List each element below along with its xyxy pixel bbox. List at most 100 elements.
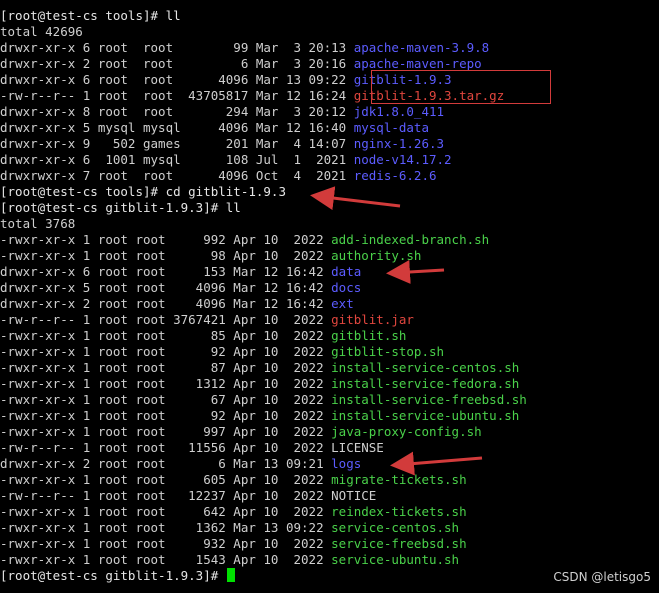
line-text: drwxr-xr-x 2 root root 6 Mar 13 09:21 <box>0 456 332 471</box>
line-text: -rwxr-xr-x 1 root root 67 Apr 10 2022 <box>0 392 332 407</box>
terminal-line: drwxr-xr-x 2 root root 6 Mar 3 20:16 apa… <box>0 56 659 72</box>
terminal-line: drwxr-xr-x 6 root root 99 Mar 3 20:13 ap… <box>0 40 659 56</box>
line-text: drwxr-xr-x 8 root root 294 Mar 3 20:12 <box>0 104 354 119</box>
file-name: NOTICE <box>331 488 377 503</box>
terminal-line: drwxr-xr-x 6 root root 153 Mar 12 16:42 … <box>0 264 659 280</box>
terminal-output[interactable]: [root@test-cs tools]# ll total 42696 drwxr… <box>0 8 659 584</box>
file-name: logs <box>331 456 362 471</box>
line-text: drwxr-xr-x 2 root root 6 Mar 3 20:16 <box>0 56 354 71</box>
terminal-line: drwxr-xr-x 5 mysql mysql 4096 Mar 12 16:… <box>0 120 659 136</box>
terminal-line: drwxr-xr-x 5 root root 4096 Mar 12 16:42… <box>0 280 659 296</box>
line-text: -rwxr-xr-x 1 root root 1543 Apr 10 2022 <box>0 552 332 567</box>
file-name: add-indexed-branch.sh <box>331 232 490 247</box>
terminal-line: -rwxr-xr-x 1 root root 85 Apr 10 2022 gi… <box>0 328 659 344</box>
line-text: -rwxr-xr-x 1 root root 98 Apr 10 2022 <box>0 248 332 263</box>
line-text: total 3768 <box>0 216 76 231</box>
terminal-line: -rwxr-xr-x 1 root root 605 Apr 10 2022 m… <box>0 472 659 488</box>
terminal-line: drwxrwxr-x 7 root root 4096 Oct 4 2021 r… <box>0 168 659 184</box>
line-text: [root@test-cs tools]# cd gitblit-1.9.3 <box>0 184 286 199</box>
file-name: node-v14.17.2 <box>353 152 452 167</box>
line-text: -rwxr-xr-x 1 root root 92 Apr 10 2022 <box>0 408 332 423</box>
file-name: install-service-freebsd.sh <box>331 392 527 407</box>
terminal-line: -rwxr-xr-x 1 root root 87 Apr 10 2022 in… <box>0 360 659 376</box>
line-text: [root@test-cs gitblit-1.9.3]# ll <box>0 200 241 215</box>
file-name: service-ubuntu.sh <box>331 552 460 567</box>
line-text: drwxr-xr-x 5 root root 4096 Mar 12 16:42 <box>0 280 332 295</box>
terminal-line: -rwxr-xr-x 1 root root 1312 Apr 10 2022 … <box>0 376 659 392</box>
terminal-line: total 3768 <box>0 216 659 232</box>
file-name: install-service-fedora.sh <box>331 376 520 391</box>
terminal-line: -rwxr-xr-x 1 root root 642 Apr 10 2022 r… <box>0 504 659 520</box>
file-name: gitblit.sh <box>331 328 407 343</box>
terminal-line: drwxr-xr-x 8 root root 294 Mar 3 20:12 j… <box>0 104 659 120</box>
file-name: apache-maven-repo <box>353 56 482 71</box>
terminal-line: -rwxr-xr-x 1 root root 92 Apr 10 2022 in… <box>0 408 659 424</box>
terminal-line: drwxr-xr-x 6 root root 4096 Mar 13 09:22… <box>0 72 659 88</box>
line-text: [root@test-cs tools]# ll <box>0 8 181 23</box>
terminal-line: drwxr-xr-x 2 root root 6 Mar 13 09:21 lo… <box>0 456 659 472</box>
file-name: mysql-data <box>353 120 429 135</box>
terminal-line: -rwxr-xr-x 1 root root 67 Apr 10 2022 in… <box>0 392 659 408</box>
file-name: redis-6.2.6 <box>353 168 437 183</box>
file-name: nginx-1.26.3 <box>353 136 445 151</box>
file-name: ext <box>331 296 354 311</box>
terminal-line: -rw-r--r-- 1 root root 43705817 Mar 12 1… <box>0 88 659 104</box>
file-name: authority.sh <box>331 248 422 263</box>
terminal-line: [root@test-cs gitblit-1.9.3]# ll <box>0 200 659 216</box>
line-text: drwxr-xr-x 6 root root 153 Mar 12 16:42 <box>0 264 332 279</box>
line-text: -rwxr-xr-x 1 root root 932 Apr 10 2022 <box>0 536 332 551</box>
terminal-line: -rw-r--r-- 1 root root 12237 Apr 10 2022… <box>0 488 659 504</box>
line-text: drwxr-xr-x 2 root root 4096 Mar 12 16:42 <box>0 296 332 311</box>
line-text: -rwxr-xr-x 1 root root 1362 Mar 13 09:22 <box>0 520 332 535</box>
terminal-line: [root@test-cs tools]# cd gitblit-1.9.3 <box>0 184 659 200</box>
terminal-line: drwxr-xr-x 9 502 games 201 Mar 4 14:07 n… <box>0 136 659 152</box>
line-text: drwxr-xr-x 5 mysql mysql 4096 Mar 12 16:… <box>0 120 354 135</box>
line-text: [root@test-cs gitblit-1.9.3]# <box>0 568 226 583</box>
terminal-line: -rwxr-xr-x 1 root root 98 Apr 10 2022 au… <box>0 248 659 264</box>
line-text: -rwxr-xr-x 1 root root 642 Apr 10 2022 <box>0 504 332 519</box>
line-text: drwxr-xr-x 6 1001 mysql 108 Jul 1 2021 <box>0 152 354 167</box>
terminal-line: [root@test-cs tools]# ll <box>0 8 659 24</box>
line-text: -rwxr-xr-x 1 root root 92 Apr 10 2022 <box>0 344 332 359</box>
file-name: reindex-tickets.sh <box>331 504 467 519</box>
highlight-box-gitblit <box>371 70 551 104</box>
terminal-line: -rwxr-xr-x 1 root root 932 Apr 10 2022 s… <box>0 536 659 552</box>
terminal-line: -rwxr-xr-x 1 root root 992 Apr 10 2022 a… <box>0 232 659 248</box>
terminal-line: -rw-r--r-- 1 root root 11556 Apr 10 2022… <box>0 440 659 456</box>
terminal-line: -rwxr-xr-x 1 root root 1362 Mar 13 09:22… <box>0 520 659 536</box>
line-text: -rwxr-xr-x 1 root root 992 Apr 10 2022 <box>0 232 332 247</box>
line-text: -rw-r--r-- 1 root root 12237 Apr 10 2022 <box>0 488 332 503</box>
line-text: -rw-r--r-- 1 root root 11556 Apr 10 2022 <box>0 440 332 455</box>
file-name: docs <box>331 280 362 295</box>
file-name: jdk1.8.0_411 <box>353 104 445 119</box>
cursor-block <box>226 568 235 582</box>
line-text: -rwxr-xr-x 1 root root 605 Apr 10 2022 <box>0 472 332 487</box>
line-text: drwxrwxr-x 7 root root 4096 Oct 4 2021 <box>0 168 354 183</box>
file-name: service-centos.sh <box>331 520 460 535</box>
line-text: -rwxr-xr-x 1 root root 85 Apr 10 2022 <box>0 328 332 343</box>
terminal-line: -rwxr-xr-x 1 root root 92 Apr 10 2022 gi… <box>0 344 659 360</box>
file-name: gitblit-stop.sh <box>331 344 445 359</box>
terminal-line: -rw-r--r-- 1 root root 3767421 Apr 10 20… <box>0 312 659 328</box>
line-text: total 42696 <box>0 24 83 39</box>
file-name: LICENSE <box>331 440 384 455</box>
file-name: data <box>331 264 362 279</box>
line-text: -rwxr-xr-x 1 root root 1312 Apr 10 2022 <box>0 376 332 391</box>
file-name: gitblit.jar <box>331 312 414 327</box>
file-name: install-service-centos.sh <box>331 360 520 375</box>
file-name: service-freebsd.sh <box>331 536 467 551</box>
line-text: -rwxr-xr-x 1 root root 997 Apr 10 2022 <box>0 424 332 439</box>
terminal-line: total 42696 <box>0 24 659 40</box>
line-text: drwxr-xr-x 9 502 games 201 Mar 4 14:07 <box>0 136 354 151</box>
terminal-line: drwxr-xr-x 6 1001 mysql 108 Jul 1 2021 n… <box>0 152 659 168</box>
terminal-line: -rwxr-xr-x 1 root root 997 Apr 10 2022 j… <box>0 424 659 440</box>
file-name: java-proxy-config.sh <box>331 424 482 439</box>
terminal-line: drwxr-xr-x 2 root root 4096 Mar 12 16:42… <box>0 296 659 312</box>
terminal-line: -rwxr-xr-x 1 root root 1543 Apr 10 2022 … <box>0 552 659 568</box>
line-text: -rw-r--r-- 1 root root 3767421 Apr 10 20… <box>0 312 332 327</box>
line-text: -rw-r--r-- 1 root root 43705817 Mar 12 1… <box>0 88 354 103</box>
line-text: drwxr-xr-x 6 root root 4096 Mar 13 09:22 <box>0 72 354 87</box>
file-name: install-service-ubuntu.sh <box>331 408 520 423</box>
csdn-watermark: CSDN @letisgo5 <box>553 570 651 584</box>
file-name: migrate-tickets.sh <box>331 472 467 487</box>
